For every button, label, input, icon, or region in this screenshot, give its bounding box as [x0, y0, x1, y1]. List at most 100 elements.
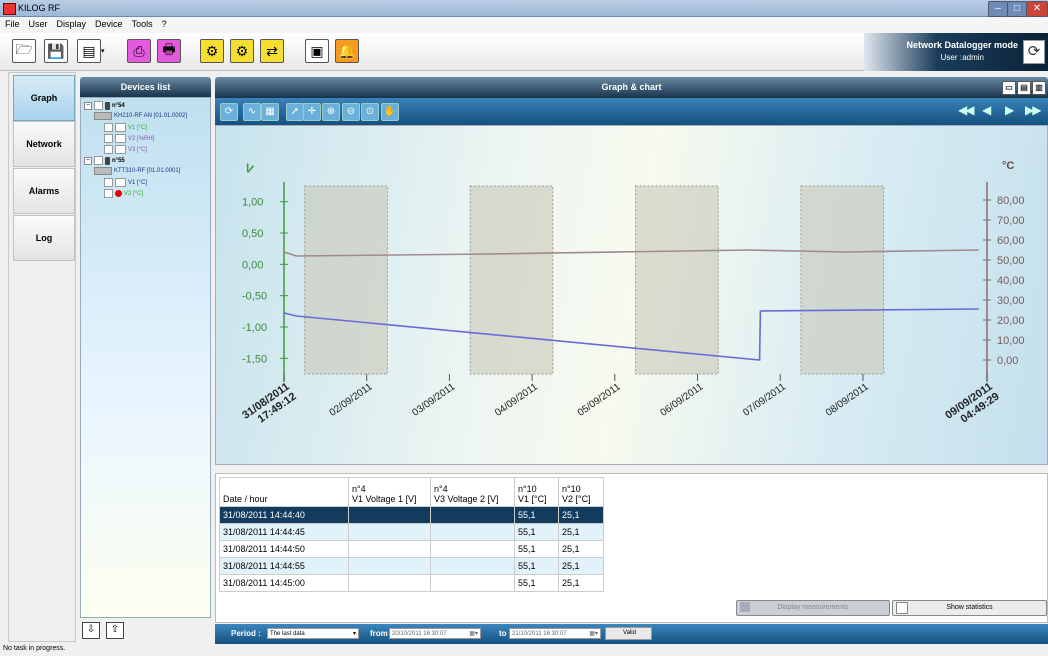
right-axis-unit: °C: [1002, 160, 1014, 172]
graph-area[interactable]: V °C 1,00 0,50 0,00 -0,50 -1,00 -1,50 80,00 70,00…: [215, 125, 1048, 465]
document-icon[interactable]: ▤: [77, 39, 101, 63]
table-chart-icon[interactable]: ▦: [261, 103, 279, 121]
collapse-icon[interactable]: –: [84, 156, 92, 165]
tree-node[interactable]: – n°55: [84, 156, 125, 165]
menu-user[interactable]: User: [24, 17, 52, 29]
menu-tools[interactable]: Tools: [127, 17, 157, 29]
print-icon[interactable]: 🖶: [157, 39, 181, 63]
right-tick-label: 50,00: [997, 255, 1025, 267]
menu-help[interactable]: ?: [157, 17, 171, 29]
left-tick-label: 1,00: [242, 197, 263, 209]
checkbox[interactable]: [104, 134, 113, 143]
nav-network[interactable]: Network: [13, 121, 75, 167]
menu-device[interactable]: Device: [90, 17, 127, 29]
checkbox[interactable]: [104, 178, 113, 187]
next-icon[interactable]: ▶: [1005, 103, 1014, 117]
tree-node[interactable]: V2 [%RH]: [104, 134, 154, 143]
minimize-button[interactable]: –: [988, 1, 1008, 17]
tree-node[interactable]: KH210-RF AN [01.01.0002]: [94, 112, 187, 120]
checkbox[interactable]: [104, 189, 113, 198]
checkbox[interactable]: [104, 145, 113, 154]
table-cell: [348, 557, 431, 575]
show-statistics-button[interactable]: Show statistics: [892, 600, 1047, 616]
table-cell: [348, 540, 431, 558]
last-icon[interactable]: ▶▶: [1025, 103, 1042, 117]
layout-three-icon[interactable]: ▥: [1032, 81, 1046, 95]
table-cell: 55,1: [514, 557, 559, 575]
column-header-line: V1 Voltage 1 [V]: [352, 494, 417, 504]
nav-graph[interactable]: Graph: [13, 75, 75, 121]
zoom-fit-icon[interactable]: ⊙: [361, 103, 379, 121]
alarm-dot-icon: [115, 190, 122, 197]
valid-button[interactable]: Valid: [605, 627, 652, 640]
column-header[interactable]: n°10 V2 [°C]: [558, 477, 604, 507]
zoom-in-icon[interactable]: ⊕: [322, 103, 340, 121]
table-row[interactable]: 31/08/2011 14:44:50 55,1 25,1: [219, 540, 604, 558]
crosshair-icon[interactable]: ✛: [303, 103, 321, 121]
refresh-icon[interactable]: ⟳: [220, 103, 238, 121]
to-date-input[interactable]: 21/10/2011 16:30:07 ▦▾: [509, 628, 601, 639]
tree-node[interactable]: V1 [°C]: [104, 123, 147, 132]
column-header[interactable]: n°4 V1 Voltage 1 [V]: [348, 477, 431, 507]
download-icon[interactable]: ⇩: [82, 622, 100, 639]
table-cell: 55,1: [514, 506, 559, 524]
pointer-icon[interactable]: ➚: [286, 103, 304, 121]
line-chart-icon[interactable]: ∿: [243, 103, 261, 121]
table-row[interactable]: 31/08/2011 14:44:40 55,1 25,1: [219, 506, 604, 524]
close-button[interactable]: ✕: [1026, 1, 1048, 17]
tree-node[interactable]: V3 [°C]: [104, 145, 147, 154]
display-measurements-button[interactable]: Display measurements: [736, 600, 890, 616]
hand-icon[interactable]: ✋: [381, 103, 399, 121]
chart-svg[interactable]: V °C 1,00 0,50 0,00 -0,50 -1,00 -1,50 80,00 70,00…: [216, 126, 1047, 464]
refresh-mode-icon[interactable]: ⟳: [1023, 40, 1045, 64]
menu-file[interactable]: File: [0, 17, 24, 29]
from-date-input[interactable]: 20/10/2011 16:30:07 ▦▾: [389, 628, 481, 639]
previous-icon[interactable]: ◀: [982, 103, 991, 117]
save-icon[interactable]: 💾: [44, 39, 68, 63]
print-preview-icon[interactable]: ⎙: [127, 39, 151, 63]
period-bar: Period : The last data ▾ from 20/10/2011…: [215, 624, 1048, 644]
x-tick-label: 04/09/2011: [493, 381, 540, 419]
tree-node-label: V2 [°C]: [124, 190, 144, 197]
table-row[interactable]: 31/08/2011 14:45:00 55,1 25,1: [219, 574, 604, 592]
first-icon[interactable]: ◀◀: [958, 103, 975, 117]
tree-node[interactable]: V2 [°C]: [104, 189, 143, 198]
alarm-bell-icon[interactable]: 🔔: [335, 39, 359, 63]
weekend-band: [800, 185, 885, 375]
period-select[interactable]: The last data ▾: [267, 628, 359, 639]
table-cell: 25,1: [558, 540, 604, 558]
menu-display[interactable]: Display: [52, 17, 91, 29]
tree-node[interactable]: V1 [°C]: [104, 178, 147, 187]
nav-log[interactable]: Log: [13, 215, 75, 261]
collapse-icon[interactable]: –: [84, 101, 92, 110]
column-header[interactable]: n°4 V3 Voltage 2 [V]: [430, 477, 515, 507]
gear-settings-icon[interactable]: ⚙: [200, 39, 224, 63]
checkbox[interactable]: [104, 123, 113, 132]
period-select-value: The last data: [270, 631, 305, 637]
checkbox[interactable]: [94, 156, 103, 165]
device-config-icon[interactable]: ⚙: [230, 39, 254, 63]
x-tick-label: 08/09/2011: [824, 381, 871, 419]
user-name: admin: [962, 53, 984, 62]
layout-two-icon[interactable]: ▤: [1017, 81, 1031, 95]
checkbox[interactable]: [94, 101, 103, 110]
tree-node[interactable]: KTT310-RF [01.01.0001]: [94, 167, 180, 175]
open-folder-icon[interactable]: 🗁: [12, 39, 36, 63]
transfer-icon[interactable]: ⇄: [260, 39, 284, 63]
x-tick-label-line: 07/09/2011: [741, 381, 788, 419]
x-tick-label: 07/09/2011: [741, 381, 788, 419]
tree-node[interactable]: – n°54: [84, 101, 125, 110]
chevron-down-icon[interactable]: ▾: [101, 47, 105, 55]
tree-node-label: KH210-RF AN [01.01.0002]: [114, 113, 188, 119]
table-row[interactable]: 31/08/2011 14:44:45 55,1 25,1: [219, 523, 604, 541]
column-header[interactable]: Date / hour: [219, 477, 349, 507]
table-cell: 25,1: [558, 506, 604, 524]
maximize-button[interactable]: □: [1007, 1, 1027, 17]
table-row[interactable]: 31/08/2011 14:44:55 55,1 25,1: [219, 557, 604, 575]
zoom-out-icon[interactable]: ⊖: [342, 103, 360, 121]
upload-icon[interactable]: ⇧: [106, 622, 124, 639]
column-header[interactable]: n°10 V1 [°C]: [514, 477, 559, 507]
recorder-icon[interactable]: ▣: [305, 39, 329, 63]
nav-alarms[interactable]: Alarms: [13, 168, 75, 214]
layout-one-icon[interactable]: ▭: [1002, 81, 1016, 95]
